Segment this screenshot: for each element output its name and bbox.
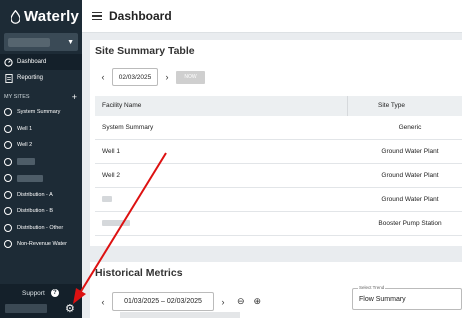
main-nav: Dashboard Reporting (0, 54, 82, 86)
site-item[interactable]: Well 2 (0, 137, 82, 154)
sidebar: Waterly ▼ Dashboard Reporting MY SITES +… (0, 0, 82, 318)
date-range-navigator: ‹ 01/03/2025 – 02/03/2025 › ⊖ ⊕ (98, 292, 261, 311)
card-title: Site Summary Table (95, 45, 195, 57)
site-status-ring-icon (4, 141, 12, 150)
site-status-ring-icon (4, 240, 12, 249)
site-type: Booster Pump Station (378, 220, 442, 227)
report-icon (4, 73, 13, 83)
site-status-ring-icon (4, 157, 12, 166)
facility-name: Well 1 (102, 148, 120, 155)
site-type: Ground Water Plant (381, 196, 439, 203)
site-summary-card: Site Summary Table ‹ 02/03/2025 › NOW Fa… (90, 40, 462, 246)
facility-name-redacted (102, 220, 130, 226)
brand[interactable]: Waterly (0, 0, 82, 33)
column-divider (347, 96, 348, 116)
site-item[interactable] (0, 170, 82, 187)
app-name: Waterly (24, 8, 80, 25)
site-status-ring-icon (4, 190, 12, 199)
site-label: Non-Revenue Water (17, 241, 67, 248)
facility-name-redacted (102, 196, 112, 202)
facility-name: Well 2 (102, 172, 120, 179)
date-field[interactable]: 02/03/2025 (112, 68, 158, 86)
site-status-ring-icon (4, 174, 12, 183)
gear-icon[interactable]: ⚙ (65, 302, 75, 315)
site-label: Distribution - Other (17, 224, 64, 231)
nav-item-reporting[interactable]: Reporting (0, 70, 82, 86)
caret-down-icon: ▼ (67, 38, 74, 46)
hamburger-menu-icon[interactable] (92, 10, 102, 22)
support-link[interactable]: Support ? (22, 289, 59, 297)
chart-area-partial (120, 312, 240, 318)
site-item[interactable] (0, 154, 82, 171)
chevron-left-icon[interactable]: ‹ (98, 297, 108, 307)
page-title: Dashboard (109, 9, 172, 23)
table-row[interactable]: Ground Water Plant (95, 188, 462, 212)
chevron-right-icon[interactable]: › (162, 72, 172, 82)
trend-select-value: Flow Summary (359, 296, 406, 303)
column-header-site-type[interactable]: Site Type (378, 102, 405, 109)
site-status-ring-icon (4, 223, 12, 232)
site-status-ring-icon (4, 124, 12, 133)
zoom-out-icon[interactable]: ⊖ (237, 296, 245, 307)
help-icon: ? (50, 289, 59, 297)
date-navigator: ‹ 02/03/2025 › NOW (98, 68, 205, 86)
account-name-redacted (8, 37, 50, 47)
table-row[interactable]: Well 2 Ground Water Plant (95, 164, 462, 188)
site-type: Generic (398, 124, 422, 131)
add-site-icon[interactable]: + (72, 92, 77, 102)
site-label: Distribution - B (17, 208, 54, 215)
chevron-right-icon[interactable]: › (218, 297, 228, 307)
site-label: Well 2 (17, 142, 33, 149)
sites-list: System Summary Well 1 Well 2 Distributio… (0, 104, 82, 253)
site-status-ring-icon (4, 207, 12, 216)
support-label: Support (22, 289, 45, 297)
table-row[interactable]: System Summary Generic (95, 116, 462, 140)
site-item[interactable]: Distribution - A (0, 187, 82, 204)
zoom-in-icon[interactable]: ⊕ (254, 296, 262, 307)
site-item[interactable]: Non-Revenue Water (0, 236, 82, 253)
dashboard-gauge-icon (4, 57, 13, 67)
site-status-ring-icon (4, 108, 12, 117)
site-label: Distribution - A (17, 191, 53, 198)
account-selector[interactable]: ▼ (4, 33, 78, 51)
nav-label: Reporting (17, 75, 44, 81)
site-item[interactable]: Well 1 (0, 121, 82, 138)
site-label: System Summary (17, 109, 61, 116)
sidebar-footer: Support ? ⚙ (0, 284, 82, 318)
now-button[interactable]: NOW (176, 70, 205, 84)
top-bar: Dashboard (82, 0, 462, 33)
site-type: Ground Water Plant (381, 172, 439, 179)
site-label-redacted (17, 158, 35, 166)
site-label-redacted (17, 174, 43, 182)
nav-item-dashboard[interactable]: Dashboard (0, 54, 82, 70)
site-label: Well 1 (17, 125, 33, 132)
user-name-redacted (5, 304, 47, 313)
table-row[interactable]: Well 1 Ground Water Plant (95, 140, 462, 164)
site-item[interactable]: System Summary (0, 104, 82, 121)
nav-label: Dashboard (17, 59, 47, 65)
site-item[interactable]: Distribution - Other (0, 220, 82, 237)
date-range-field[interactable]: 01/03/2025 – 02/03/2025 (112, 292, 214, 311)
facility-name: System Summary (102, 124, 154, 131)
section-label: MY SITES (4, 93, 30, 100)
water-drop-icon (11, 9, 20, 24)
trend-select[interactable]: Select Trend Flow Summary (352, 285, 462, 310)
table-row[interactable]: Booster Pump Station (95, 212, 462, 236)
site-type: Ground Water Plant (381, 148, 439, 155)
my-sites-header: MY SITES + (0, 89, 82, 104)
site-item[interactable]: Distribution - B (0, 203, 82, 220)
chevron-left-icon[interactable]: ‹ (98, 72, 108, 82)
table-header: Facility Name Site Type (95, 96, 462, 116)
card-title: Historical Metrics (95, 267, 183, 279)
trend-select-label: Select Trend (358, 285, 386, 290)
column-header-facility[interactable]: Facility Name (102, 102, 141, 109)
historical-metrics-card: Historical Metrics ‹ 01/03/2025 – 02/03/… (90, 262, 462, 318)
